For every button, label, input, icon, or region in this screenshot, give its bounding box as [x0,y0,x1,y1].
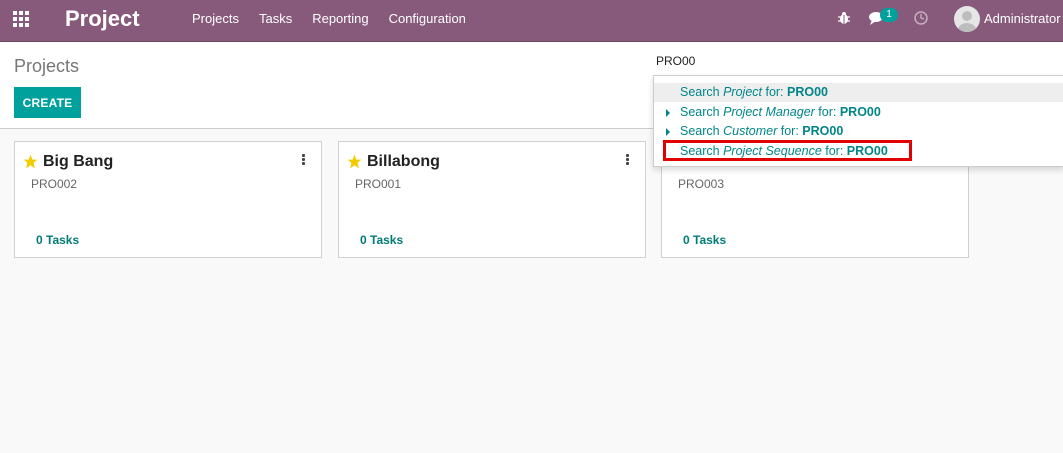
star-icon[interactable] [23,154,38,169]
autocomplete-middle: for: [762,85,788,99]
avatar[interactable] [954,6,980,32]
chat-count-badge: 1 [880,8,898,22]
autocomplete-middle: for: [777,124,803,138]
menu-item-configuration[interactable]: Configuration [389,11,466,26]
expand-caret-icon[interactable] [666,109,670,117]
project-card[interactable]: Big Bang PRO002 0 Tasks [14,141,322,258]
project-name: Big Bang [43,153,114,170]
autocomplete-item[interactable]: Search Project for: PRO00 [654,83,1063,102]
bug-icon[interactable] [837,11,851,25]
autocomplete-prefix: Search [680,85,724,99]
create-button[interactable]: CREATE [14,87,81,118]
autocomplete-item[interactable]: Search Customer for: PRO00 [654,122,1063,141]
highlight-box [663,140,912,161]
menu-item-projects[interactable]: Projects [192,11,239,26]
tasks-link[interactable]: 0 Tasks [36,233,79,247]
kebab-menu-icon[interactable] [302,154,305,165]
clock-icon[interactable] [914,11,928,25]
breadcrumb: Projects [14,56,80,76]
project-code: PRO003 [678,177,725,191]
search-input[interactable]: PRO00 [656,54,695,68]
autocomplete-term: PRO00 [787,85,829,99]
apps-grid-icon[interactable] [13,11,31,29]
user-name[interactable]: Administrator [984,11,1061,26]
expand-caret-icon[interactable] [666,128,670,136]
autocomplete-field: Project [723,85,762,99]
autocomplete-term: PRO00 [839,105,881,119]
tasks-link[interactable]: 0 Tasks [683,233,726,247]
project-code: PRO002 [31,177,78,191]
star-icon[interactable] [347,154,362,169]
kebab-menu-icon[interactable] [626,154,629,165]
autocomplete-item[interactable]: Search Project Manager for: PRO00 [654,103,1063,122]
autocomplete-term: PRO00 [802,124,844,138]
project-card[interactable]: Billabong PRO001 0 Tasks [338,141,646,258]
project-name: Billabong [367,153,440,170]
autocomplete-prefix: Search [680,105,724,119]
main-menu: Projects Tasks Reporting Configuration [192,11,486,26]
app-title: Project [65,6,140,31]
top-navbar: Project Projects Tasks Reporting Configu… [0,0,1063,42]
menu-item-reporting[interactable]: Reporting [312,11,368,26]
tasks-link[interactable]: 0 Tasks [360,233,403,247]
autocomplete-field: Customer [723,124,778,138]
autocomplete-field: Project Manager [723,105,815,119]
project-code: PRO001 [355,177,402,191]
autocomplete-prefix: Search [680,124,724,138]
autocomplete-middle: for: [814,105,840,119]
menu-item-tasks[interactable]: Tasks [259,11,292,26]
